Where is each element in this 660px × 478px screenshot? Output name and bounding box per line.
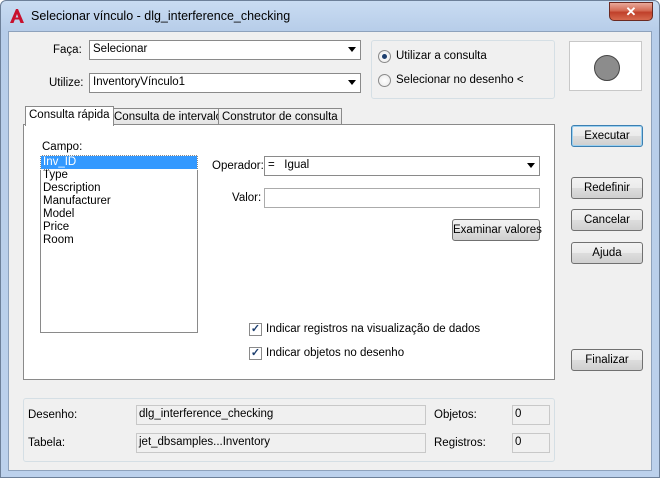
faca-label: Faça: bbox=[53, 44, 82, 56]
ajuda-button[interactable]: Ajuda bbox=[571, 242, 643, 264]
check-indicar-registros[interactable]: ✓ bbox=[249, 323, 262, 336]
radio-utilizar-consulta[interactable] bbox=[378, 50, 391, 63]
tabela-value: jet_dbsamples...Inventory bbox=[136, 433, 426, 453]
tabela-label: Tabela: bbox=[28, 437, 66, 449]
check-indicar-objetos[interactable]: ✓ bbox=[249, 347, 262, 360]
circle-preview-icon bbox=[594, 55, 620, 81]
faca-value: Selecionar bbox=[93, 43, 148, 55]
finalizar-button[interactable]: Finalizar bbox=[571, 349, 643, 371]
autocad-app-icon bbox=[8, 7, 26, 25]
utilize-value: InventoryVínculo1 bbox=[93, 76, 186, 88]
radio-selecionar-desenho[interactable] bbox=[378, 74, 391, 87]
list-item[interactable]: Model bbox=[41, 208, 197, 221]
operador-label: Operador: bbox=[212, 160, 264, 172]
mode-radio-group: Utilizar a consulta Selecionar no desenh… bbox=[371, 40, 555, 99]
status-area: Desenho: dlg_interference_checking Objet… bbox=[23, 398, 555, 462]
list-item[interactable]: Description bbox=[41, 182, 197, 195]
redefinir-button[interactable]: Redefinir bbox=[571, 177, 643, 199]
list-item[interactable]: Room bbox=[41, 234, 197, 247]
chevron-down-icon bbox=[348, 47, 356, 52]
check-indicar-registros-label[interactable]: Indicar registros na visualização de dad… bbox=[266, 323, 480, 335]
desenho-value: dlg_interference_checking bbox=[136, 405, 426, 425]
objetos-value: 0 bbox=[512, 405, 550, 425]
title-bar[interactable]: Selecionar vínculo - dlg_interference_ch… bbox=[1, 1, 659, 31]
executar-button[interactable]: Executar bbox=[571, 125, 643, 147]
registros-value: 0 bbox=[512, 433, 550, 453]
operador-dropdown[interactable]: = Igual bbox=[264, 156, 540, 176]
utilize-dropdown[interactable]: InventoryVínculo1 bbox=[89, 73, 361, 93]
valor-input[interactable] bbox=[264, 188, 540, 208]
window-title: Selecionar vínculo - dlg_interference_ch… bbox=[31, 9, 291, 23]
list-item[interactable]: Inv_ID bbox=[40, 155, 198, 170]
radio-utilizar-consulta-label[interactable]: Utilizar a consulta bbox=[396, 50, 487, 62]
list-item[interactable]: Type bbox=[41, 169, 197, 182]
desenho-label: Desenho: bbox=[28, 409, 78, 421]
list-item[interactable]: Price bbox=[41, 221, 197, 234]
campo-label: Campo: bbox=[42, 141, 83, 153]
cancelar-button[interactable]: Cancelar bbox=[571, 209, 643, 231]
preview-panel bbox=[569, 41, 642, 91]
chevron-down-icon bbox=[348, 80, 356, 85]
radio-selecionar-desenho-label[interactable]: Selecionar no desenho < bbox=[396, 74, 524, 86]
operador-value: = Igual bbox=[268, 159, 310, 171]
faca-dropdown[interactable]: Selecionar bbox=[89, 40, 361, 60]
objetos-label: Objetos: bbox=[434, 409, 477, 421]
chevron-down-icon bbox=[527, 163, 535, 168]
utilize-label: Utilize: bbox=[49, 77, 84, 89]
valor-label: Valor: bbox=[232, 192, 262, 204]
list-item[interactable]: Manufacturer bbox=[41, 195, 197, 208]
close-button[interactable]: ✕ bbox=[609, 2, 653, 21]
dialog-window: Selecionar vínculo - dlg_interference_ch… bbox=[0, 0, 660, 478]
tab-consulta-rapida[interactable]: Consulta rápida bbox=[25, 106, 114, 126]
dialog-body: Faça: Selecionar Utilize: InventoryVíncu… bbox=[8, 31, 652, 471]
campo-listbox[interactable]: Inv_ID Type Description Manufacturer Mod… bbox=[40, 155, 198, 333]
quick-query-panel: Campo: Inv_ID Type Description Manufactu… bbox=[23, 124, 555, 380]
examinar-valores-button[interactable]: Examinar valores bbox=[452, 219, 542, 241]
check-indicar-objetos-label[interactable]: Indicar objetos no desenho bbox=[266, 347, 404, 359]
registros-label: Registros: bbox=[434, 437, 486, 449]
